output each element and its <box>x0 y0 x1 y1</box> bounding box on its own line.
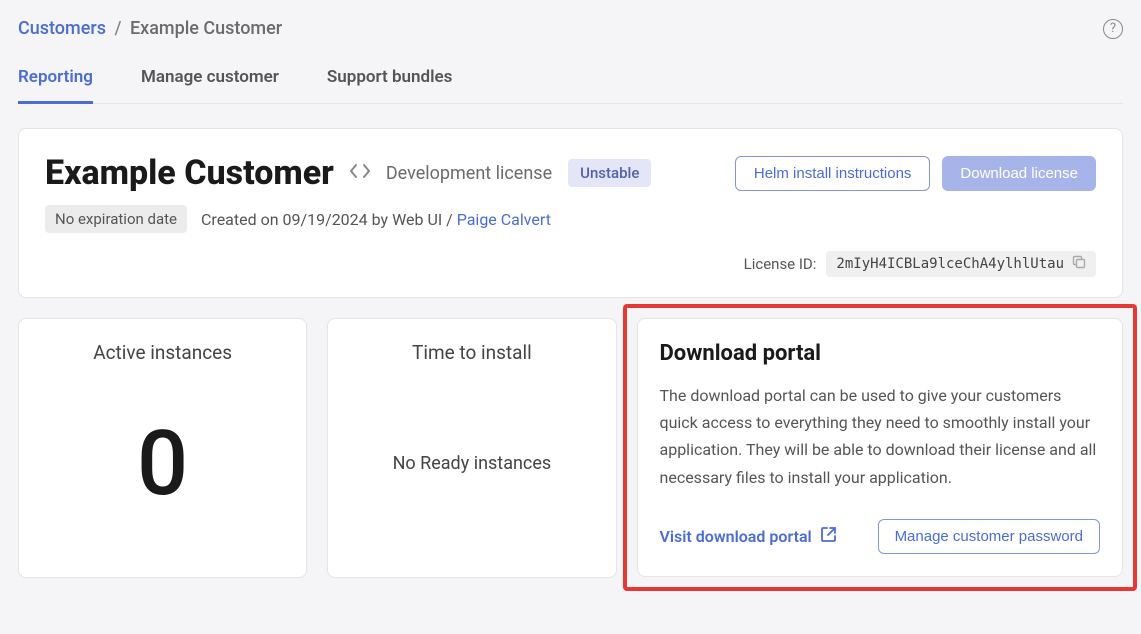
license-type-label: Development license <box>386 163 552 184</box>
download-license-button[interactable]: Download license <box>942 156 1096 191</box>
created-text: Created on 09/19/2024 by Web UI / Paige … <box>201 210 551 229</box>
breadcrumb-customers-link[interactable]: Customers <box>18 18 106 39</box>
download-portal-highlight: Download portal The download portal can … <box>623 304 1138 591</box>
header-actions: Helm install instructions Download licen… <box>735 156 1096 191</box>
created-prefix: Created on 09/19/2024 by Web UI / <box>201 210 457 229</box>
header-title-row: Example Customer Development license Uns… <box>45 153 1096 193</box>
customer-name: Example Customer <box>45 153 334 193</box>
copy-icon[interactable] <box>1072 255 1086 273</box>
stats-row: Active instances 0 Time to install No Re… <box>18 318 1123 578</box>
help-icon[interactable]: ? <box>1103 19 1123 39</box>
active-instances-title: Active instances <box>41 341 284 364</box>
license-id-row: License ID: 2mIyH4ICBLa9lceChA4ylhlUtau <box>45 251 1096 277</box>
time-to-install-card: Time to install No Ready instances <box>327 318 616 578</box>
created-by-link[interactable]: Paige Calvert <box>457 210 551 229</box>
code-icon <box>350 163 370 183</box>
expiration-badge: No expiration date <box>45 205 187 233</box>
helm-install-button[interactable]: Helm install instructions <box>735 156 931 191</box>
time-to-install-title: Time to install <box>350 341 593 364</box>
tab-bar: Reporting Manage customer Support bundle… <box>18 67 1123 104</box>
download-portal-title: Download portal <box>660 341 1101 366</box>
channel-badge: Unstable <box>568 159 651 187</box>
tab-reporting[interactable]: Reporting <box>18 67 93 104</box>
breadcrumb-separator: / <box>114 18 121 39</box>
manage-customer-password-button[interactable]: Manage customer password <box>878 519 1100 554</box>
customer-header-card: Example Customer Development license Uns… <box>18 128 1123 298</box>
license-id-label: License ID: <box>744 255 817 273</box>
tab-support-bundles[interactable]: Support bundles <box>327 67 453 104</box>
active-instances-value: 0 <box>137 419 188 509</box>
time-to-install-message: No Ready instances <box>393 453 552 474</box>
external-link-icon <box>820 526 837 547</box>
breadcrumb-current: Example Customer <box>130 18 282 39</box>
license-id-value: 2mIyH4ICBLa9lceChA4ylhlUtau <box>826 251 1096 277</box>
visit-link-label: Visit download portal <box>660 527 812 546</box>
breadcrumb: Customers / Example Customer <box>18 18 282 39</box>
top-bar: Customers / Example Customer ? <box>18 18 1123 39</box>
license-id-text: 2mIyH4ICBLa9lceChA4ylhlUtau <box>836 256 1064 272</box>
tab-manage-customer[interactable]: Manage customer <box>141 67 279 104</box>
download-portal-card: Download portal The download portal can … <box>637 318 1124 577</box>
download-portal-description: The download portal can be used to give … <box>660 382 1101 491</box>
active-instances-card: Active instances 0 <box>18 318 307 578</box>
visit-download-portal-link[interactable]: Visit download portal <box>660 526 837 547</box>
header-meta-row: No expiration date Created on 09/19/2024… <box>45 205 1096 233</box>
download-portal-actions: Visit download portal Manage customer pa… <box>660 519 1101 554</box>
